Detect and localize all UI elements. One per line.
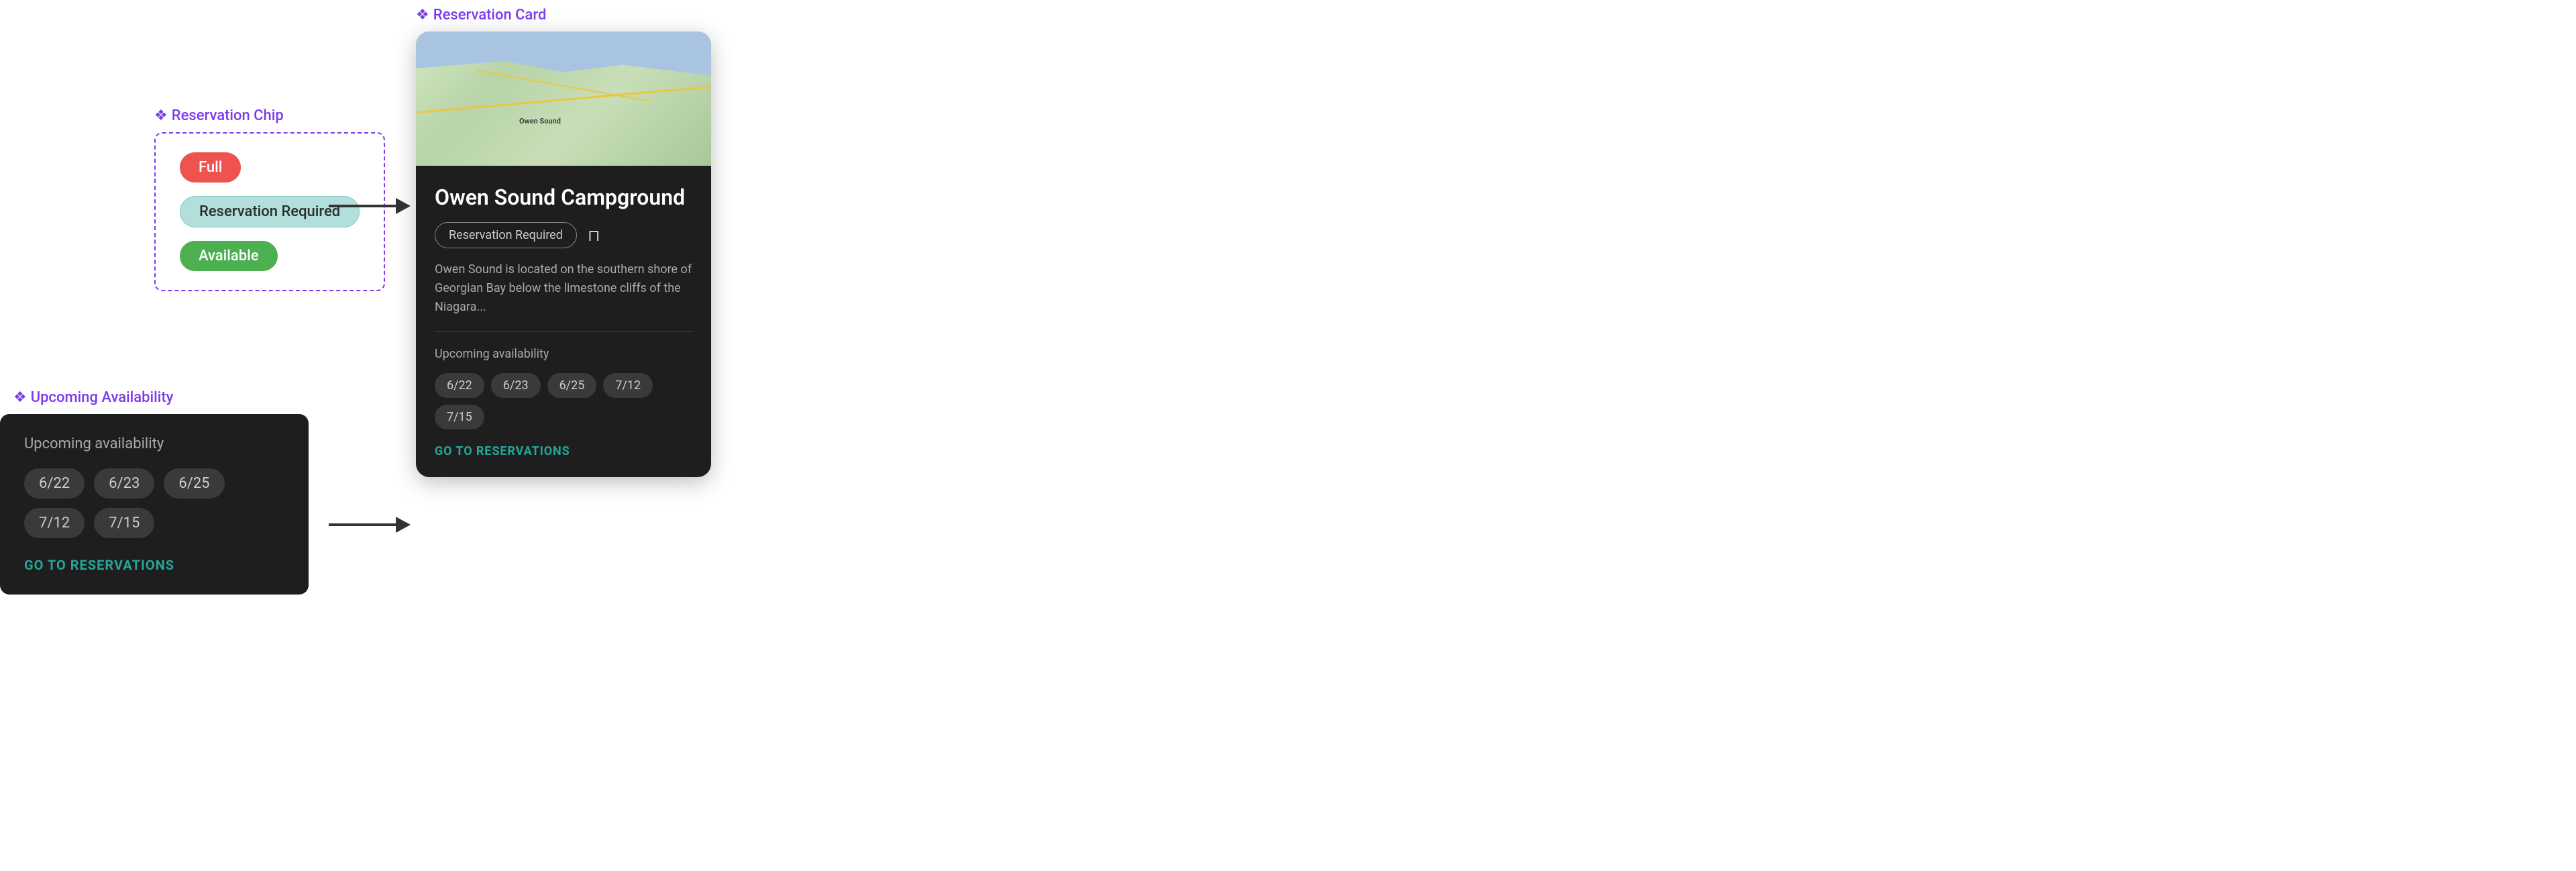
card-avail-title: Upcoming availability [435, 347, 692, 361]
card-section-label: ❖ Reservation Card [416, 7, 711, 23]
arrow-head [396, 198, 411, 214]
date-chip-5[interactable]: 7/15 [94, 508, 154, 538]
chip-section-label: ❖ Reservation Chip [154, 107, 385, 124]
date-chip-1[interactable]: 6/22 [24, 468, 85, 499]
card-date-chip-5[interactable]: 7/15 [435, 405, 484, 429]
arrow-head-2 [396, 517, 411, 533]
date-chips-row: 6/22 6/23 6/25 7/12 7/15 [24, 468, 284, 538]
card-map: Owen Sound [416, 32, 711, 166]
map-location-label: Owen Sound [519, 117, 561, 125]
card-divider [435, 331, 692, 332]
date-chip-2[interactable]: 6/23 [94, 468, 154, 499]
card-date-chip-4[interactable]: 7/12 [603, 373, 653, 398]
availability-section: ❖ Upcoming Availability Upcoming availab… [0, 389, 309, 595]
arrow-avail-to-card [329, 517, 411, 533]
card-date-chip-1[interactable]: 6/22 [435, 373, 484, 398]
diamond-icon-3: ❖ [416, 7, 429, 23]
map-road-1 [417, 86, 711, 113]
reservation-card-section: ❖ Reservation Card Owen Sound Owen Sound… [416, 7, 711, 477]
arrow-chip-to-card [329, 198, 411, 214]
map-road-2 [476, 70, 651, 102]
diamond-icon: ❖ [154, 107, 168, 124]
availability-card: Upcoming availability 6/22 6/23 6/25 7/1… [0, 414, 309, 595]
date-chip-4[interactable]: 7/12 [24, 508, 85, 538]
availability-section-label: ❖ Upcoming Availability [13, 389, 309, 406]
campground-name: Owen Sound Campground [435, 185, 692, 210]
card-date-chip-3[interactable]: 6/25 [547, 373, 597, 398]
arrow-line-2 [329, 523, 396, 526]
map-water [416, 32, 711, 105]
bookmark-icon[interactable]: ⊓ [588, 226, 600, 245]
date-chip-3[interactable]: 6/25 [164, 468, 224, 499]
availability-title: Upcoming availability [24, 436, 284, 452]
map-background: Owen Sound [416, 32, 711, 166]
card-body: Owen Sound Campground Reservation Requir… [416, 166, 711, 477]
arrow-line [329, 205, 396, 207]
card-chips-row: Reservation Required ⊓ [435, 222, 692, 248]
card-date-chip-2[interactable]: 6/23 [491, 373, 541, 398]
card-chip-reservation: Reservation Required [435, 222, 577, 248]
chip-full: Full [180, 152, 241, 183]
card-date-chips-row: 6/22 6/23 6/25 7/12 7/15 [435, 373, 692, 429]
diamond-icon-2: ❖ [13, 389, 27, 406]
card-go-reservations-link[interactable]: GO TO RESERVATIONS [435, 444, 692, 458]
go-reservations-link[interactable]: GO TO RESERVATIONS [24, 557, 284, 573]
chip-available: Available [180, 241, 278, 271]
card-description: Owen Sound is located on the southern sh… [435, 260, 692, 317]
reservation-card: Owen Sound Owen Sound Campground Reserva… [416, 32, 711, 477]
